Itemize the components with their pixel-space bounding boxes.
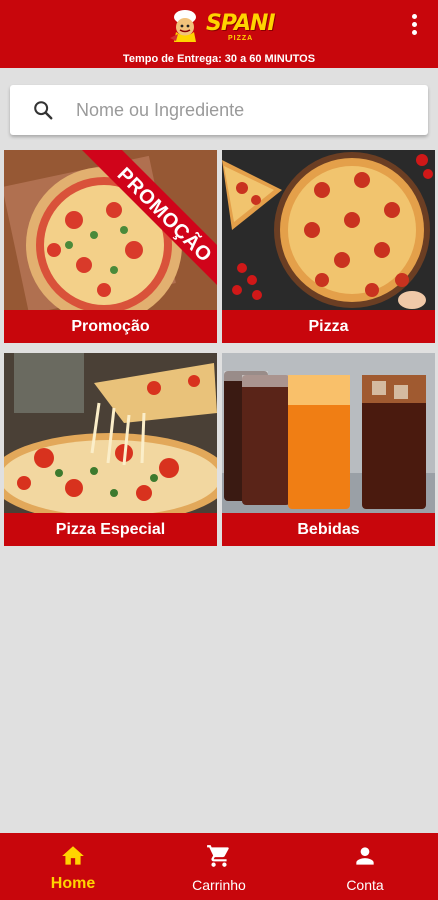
brand-logo: SPANI PIZZA xyxy=(166,8,276,46)
category-card-pizza-especial[interactable]: Pizza Especial xyxy=(4,353,217,546)
nav-item-carrinho[interactable]: Carrinho xyxy=(146,833,292,900)
nav-label: Conta xyxy=(346,877,384,893)
category-label: Bebidas xyxy=(297,521,360,538)
search-bar xyxy=(10,85,428,135)
bottom-navigation: Home Carrinho Conta xyxy=(0,833,438,900)
nav-item-conta[interactable]: Conta xyxy=(292,833,438,900)
cart-icon xyxy=(207,845,229,867)
category-card-bebidas[interactable]: Bebidas xyxy=(222,353,435,546)
account-icon xyxy=(356,847,374,865)
delivery-time-text: Tempo de Entrega: 30 a 60 MINUTOS xyxy=(122,53,316,65)
chef-mascot-icon xyxy=(170,10,196,42)
brand-name: SPANI xyxy=(206,11,276,36)
nav-label: Home xyxy=(50,875,96,892)
category-label: Pizza Especial xyxy=(55,521,166,538)
pizza-image xyxy=(222,150,435,310)
category-label: Pizza xyxy=(308,318,349,335)
category-label: Promoção xyxy=(71,318,150,335)
nav-item-home[interactable]: Home xyxy=(0,833,146,900)
home-icon xyxy=(62,846,84,865)
brand-subtitle: PIZZA xyxy=(228,35,254,42)
pizza-especial-image xyxy=(4,353,217,513)
bebidas-image xyxy=(222,353,435,513)
search-icon[interactable] xyxy=(32,99,54,121)
more-vert-icon[interactable] xyxy=(408,14,420,40)
category-card-pizza[interactable]: Pizza xyxy=(222,150,435,343)
app-header: SPANI PIZZA Tempo de Entrega: 30 a 60 MI… xyxy=(0,0,438,68)
search-input[interactable] xyxy=(76,85,416,135)
nav-label: Carrinho xyxy=(192,877,246,893)
category-card-promocao[interactable]: PROMOÇÃO Promoção xyxy=(4,150,217,343)
promocao-image: PROMOÇÃO xyxy=(4,150,217,310)
